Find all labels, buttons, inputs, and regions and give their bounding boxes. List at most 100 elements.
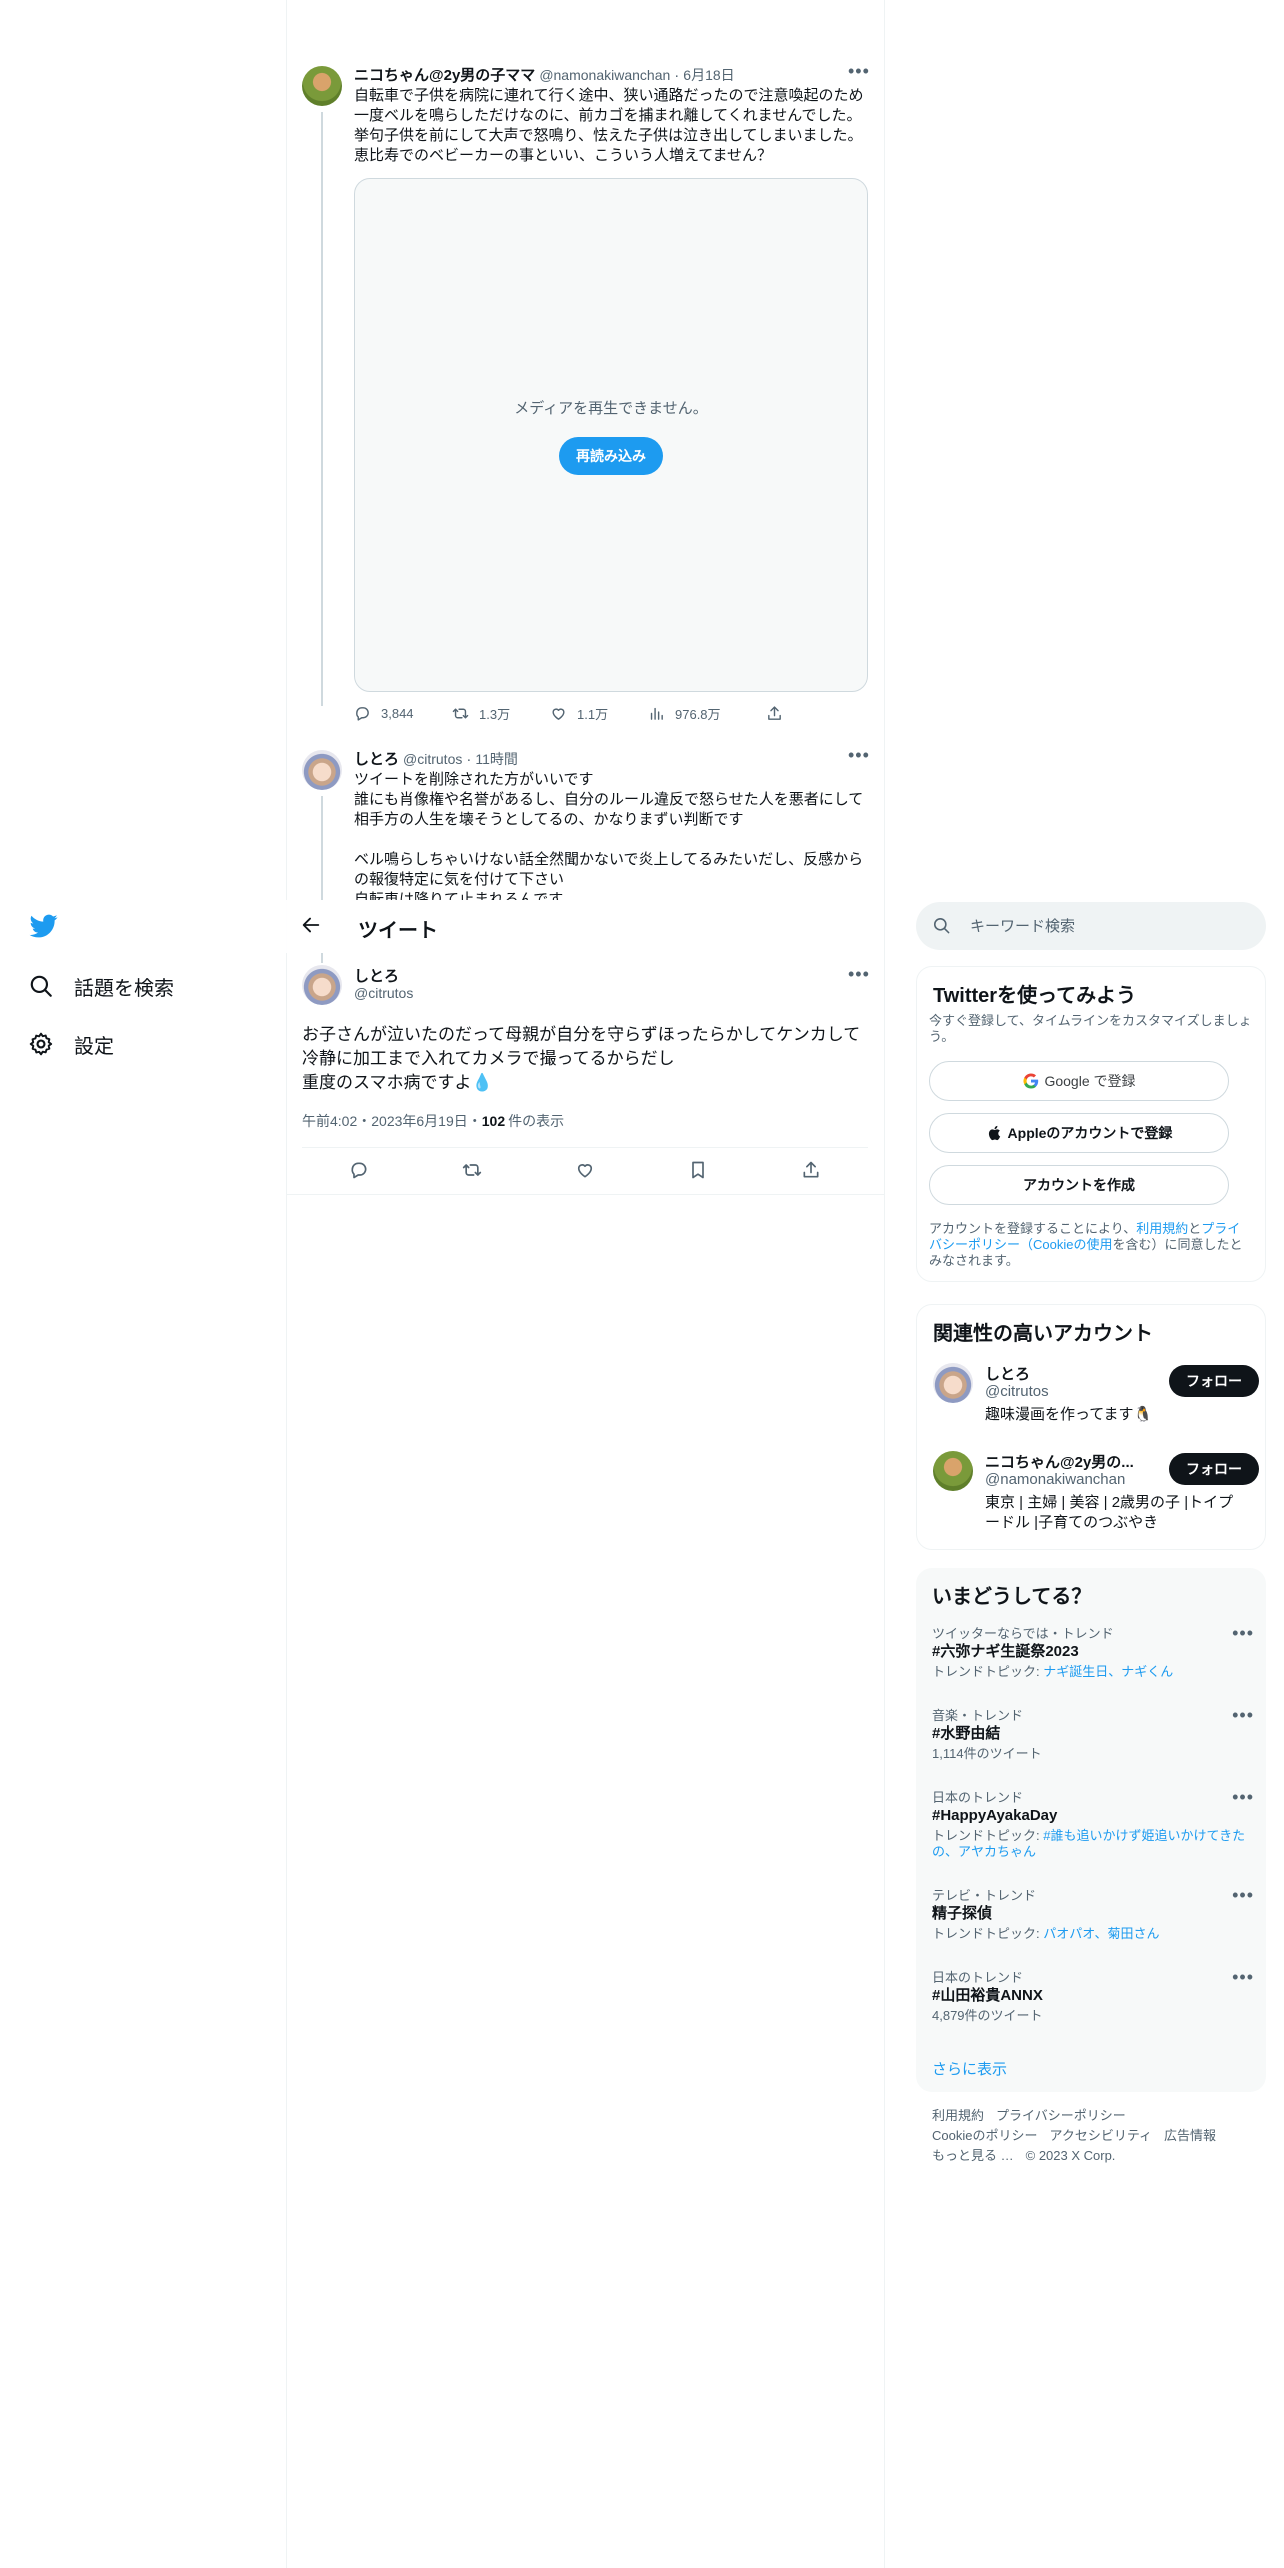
related-title: 関連性の高いアカウント [933, 1323, 1153, 1345]
apple-signup-button[interactable]: Appleのアカウントで登録 [929, 1113, 1229, 1153]
nav-explore[interactable]: 話題を検索 [28, 966, 174, 1006]
like-count: 1.1万 [577, 707, 609, 722]
parent-tweet-actions: 3,844 1.3万 1.1万 976.8万 [354, 704, 794, 723]
related-account[interactable]: しとろ @citrutos 趣味漫画を作ってます🐧 フォロー [933, 1363, 1259, 1433]
footer-link-cookie[interactable]: Cookieのポリシー [932, 2128, 1037, 2143]
author-name[interactable]: しとろ [354, 965, 399, 986]
nav-settings[interactable]: 設定 [28, 1024, 114, 1064]
avatar[interactable] [302, 750, 342, 790]
trend-meta-prefix: トレンドトピック: [932, 1926, 1044, 1941]
views-count: 102 [481, 1113, 506, 1129]
more-icon[interactable]: ••• [1232, 1788, 1254, 1806]
trend-item[interactable]: 日本のトレンド #山田裕貴ANNX 4,879件のツイート ••• [932, 1968, 1254, 2024]
footer-link-accessibility[interactable]: アクセシビリティ [1049, 2128, 1152, 2143]
more-icon[interactable]: ••• [1232, 1706, 1254, 1724]
trend-topic-link[interactable]: パオパオ、菊田さん [1043, 1926, 1159, 1941]
more-icon[interactable]: ••• [1232, 1624, 1254, 1642]
related-account[interactable]: ニコちゃん@2y男の... @namonakiwanchan 東京 | 主婦 |… [933, 1451, 1259, 1541]
author-handle[interactable]: @citrutos [354, 985, 413, 1001]
trend-item[interactable]: テレビ・トレンド 精子探偵 トレンドトピック: パオパオ、菊田さん ••• [932, 1886, 1254, 1942]
show-more-link[interactable]: さらに表示 [932, 2058, 1007, 2079]
tweet-column: ニコちゃん@2y男の子ママ @namonakiwanchan · 6月18日 •… [286, 0, 884, 2568]
trend-meta: 4,879件のツイート [932, 2008, 1254, 2024]
retweet-icon [452, 708, 469, 719]
tweet-time[interactable]: 6月18日 [683, 65, 734, 85]
trend-name: #水野由結 [932, 1725, 1001, 1742]
google-signup-label: Google で登録 [1044, 1073, 1136, 1089]
more-icon[interactable]: ••• [848, 746, 870, 764]
retweet-icon[interactable] [462, 1160, 482, 1180]
trend-item[interactable]: 日本のトレンド #HappyAyakaDay トレンドトピック: #誰も追いかけ… [932, 1788, 1254, 1860]
back-arrow-icon[interactable] [300, 914, 324, 938]
apple-signup-label: Appleのアカウントで登録 [1007, 1125, 1173, 1141]
like-button[interactable]: 1.1万 [550, 704, 648, 723]
search-input[interactable] [970, 914, 1240, 938]
reply-button[interactable]: 3,844 [354, 705, 452, 722]
tweet-timestamp[interactable]: 午前4:02・2023年6月19日・ [302, 1111, 482, 1131]
trend-meta: トレンドトピック: パオパオ、菊田さん [932, 1926, 1254, 1942]
trend-meta-prefix: 4,879件のツイート [932, 2008, 1043, 2023]
analytics-icon [650, 707, 663, 720]
more-icon[interactable]: ••• [1232, 1968, 1254, 1986]
reply-icon[interactable] [349, 1160, 369, 1180]
account-handle[interactable]: @citrutos [985, 1383, 1049, 1400]
more-icon[interactable]: ••• [1232, 1886, 1254, 1904]
footer-link-ads[interactable]: 広告情報 [1164, 2128, 1216, 2143]
account-name[interactable]: ニコちゃん@2y男の... [985, 1451, 1145, 1472]
avatar[interactable] [302, 965, 342, 1005]
follow-button[interactable]: フォロー [1169, 1453, 1259, 1485]
tweet-header: ツイート [286, 900, 884, 953]
footer-link-more[interactable]: もっと見る … [932, 2148, 1014, 2163]
more-icon[interactable]: ••• [848, 965, 870, 983]
account-handle[interactable]: @namonakiwanchan [985, 1471, 1125, 1488]
divider [302, 1147, 868, 1148]
terms-link[interactable]: 利用規約 [1136, 1221, 1188, 1236]
author-name[interactable]: しとろ [354, 748, 399, 769]
trend-item[interactable]: ツイッターならでは・トレンド #六弥ナギ生誕祭2023 トレンドトピック: ナギ… [932, 1624, 1254, 1680]
author-name[interactable]: ニコちゃん@2y男の子ママ [354, 64, 535, 85]
thread-line [321, 112, 323, 706]
account-name[interactable]: しとろ [985, 1363, 1145, 1384]
views-button[interactable]: 976.8万 [648, 704, 766, 723]
twitter-logo-icon[interactable] [28, 912, 62, 942]
trend-item[interactable]: 音楽・トレンド #水野由結 1,114件のツイート ••• [932, 1706, 1254, 1762]
tweet-text: ツイートを削除された方がいいです 誰にも肖像権や名誉があるし、自分のルール違反で… [354, 771, 864, 900]
reply-count: 3,844 [381, 706, 414, 721]
account-bio: 東京 | 主婦 | 美容 | 2歳男の子 |トイプードル |子育てのつぶやき [985, 1494, 1234, 1531]
footer-copyright: © 2023 X Corp. [1025, 2148, 1116, 2163]
avatar[interactable] [933, 1451, 973, 1491]
trend-name: #山田裕貴ANNX [932, 1987, 1043, 2004]
heart-icon[interactable] [575, 1160, 595, 1180]
trend-name: 精子探偵 [932, 1905, 993, 1922]
signup-subtitle: 今すぐ登録して、タイムラインをカスタマイズしましょう。 [929, 1013, 1252, 1044]
author-handle[interactable]: @namonakiwanchan [539, 67, 670, 83]
bookmark-icon[interactable] [688, 1160, 708, 1180]
tweet-author-row: ニコちゃん@2y男の子ママ @namonakiwanchan · 6月18日 [354, 64, 735, 85]
parent-tweet[interactable]: ニコちゃん@2y男の子ママ @namonakiwanchan · 6月18日 •… [286, 56, 884, 706]
share-button[interactable] [766, 705, 783, 722]
separator-dot: · [674, 67, 680, 84]
follow-button[interactable]: フォロー [1169, 1365, 1259, 1397]
avatar[interactable] [302, 66, 342, 106]
reload-button[interactable]: 再読み込み [559, 437, 663, 475]
views-label: 件の表示 [508, 1113, 565, 1129]
cookie-link[interactable]: （Cookieの使用 [1020, 1237, 1112, 1252]
author-handle[interactable]: @citrutos [403, 751, 462, 767]
footer-link-privacy[interactable]: プライバシーポリシー [996, 2108, 1126, 2123]
avatar[interactable] [933, 1363, 973, 1403]
account-bio: 趣味漫画を作ってます🐧 [985, 1406, 1153, 1423]
share-icon[interactable] [801, 1160, 821, 1180]
search-box[interactable] [916, 902, 1266, 950]
media-player[interactable]: メディアを再生できません。 再読み込み [354, 178, 868, 692]
trend-topic-link[interactable]: ナギ誕生日、ナギくん [1043, 1664, 1173, 1679]
create-account-button[interactable]: アカウントを作成 [929, 1165, 1229, 1205]
tweet-time[interactable]: 11時間 [475, 749, 518, 769]
more-icon[interactable]: ••• [848, 62, 870, 80]
google-signup-button[interactable]: Google で登録 [929, 1061, 1229, 1101]
reply-tweet[interactable]: しとろ @citrutos · 11時間 ••• ツイートを削除された方がいいで… [286, 744, 884, 900]
footer-link-terms[interactable]: 利用規約 [932, 2108, 984, 2123]
search-icon [933, 917, 950, 934]
create-account-label: アカウントを作成 [1023, 1177, 1135, 1193]
retweet-button[interactable]: 1.3万 [452, 704, 550, 723]
trend-meta-prefix: 1,114件のツイート [932, 1746, 1042, 1761]
